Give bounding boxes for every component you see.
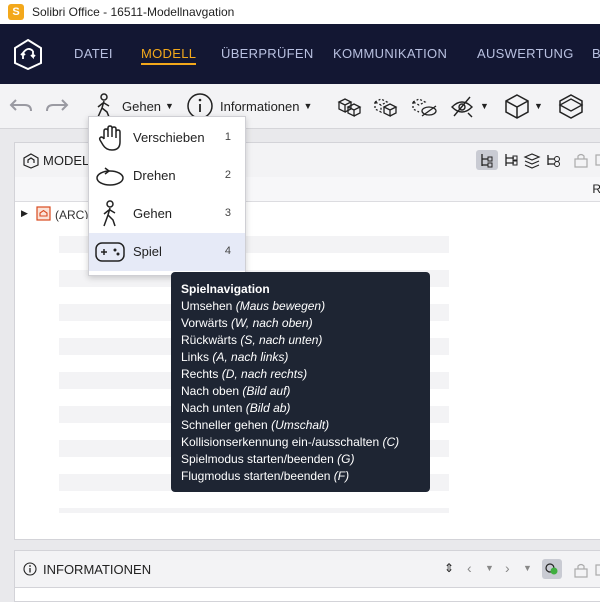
nav-datei[interactable]: DATEI (74, 46, 113, 61)
information-label: Informationen (220, 98, 300, 114)
view-cube-dropdown[interactable]: ▼ (504, 92, 543, 120)
tooltip-line: Spielmodus starten/beenden (G) (181, 452, 355, 466)
main-navigation: DATEI MODELL ÜBERPRÜFEN KOMMUNIKATION AU… (0, 24, 600, 84)
menu-shortcut: 2 (224, 169, 231, 181)
tooltip-line: Nach oben (Bild auf) (181, 384, 291, 398)
next-icon[interactable]: › (505, 560, 510, 576)
link-cubes-icon (545, 563, 558, 575)
chevron-down-icon: ▼ (534, 101, 543, 111)
expand-arrow-icon[interactable]: ▶ (21, 208, 28, 219)
tooltip-line: Vorwärts (W, nach oben) (181, 316, 313, 330)
nav-modell[interactable]: MODELL (141, 46, 197, 65)
tree-structure-icon[interactable] (502, 151, 520, 169)
menu-label: Drehen (133, 168, 176, 183)
section-box-icon (558, 94, 584, 119)
menu-label: Verschieben (133, 130, 205, 145)
lock-icon[interactable] (573, 152, 589, 168)
nav-auswertung[interactable]: AUSWERTUNG (477, 46, 574, 61)
menu-item-drehen[interactable]: Drehen 2 (89, 157, 245, 195)
tooltip-line: Nach unten (Bild ab) (181, 401, 291, 415)
cube-icon (505, 94, 529, 119)
window-title: Solibri Office - 16511-Modellnavgation (32, 5, 235, 19)
visibility-dropdown[interactable]: ▼ (448, 92, 489, 120)
section-box-button[interactable] (558, 92, 584, 120)
tooltip-line: Links (A, nach links) (181, 350, 289, 364)
undo-button[interactable] (8, 92, 34, 120)
undo-icon (9, 99, 32, 112)
previous-icon[interactable]: ‹ (467, 560, 472, 576)
sort-icon[interactable]: ⇕ (444, 561, 454, 575)
eye-slash-icon (451, 96, 473, 118)
hide-components-button[interactable] (410, 92, 438, 120)
nav-ueberpruefen[interactable]: ÜBERPRÜFEN (221, 46, 314, 61)
hand-icon (98, 125, 121, 151)
hide-cubes-icon (411, 98, 437, 117)
info-icon (23, 562, 37, 576)
tooltip-line: Rechts (D, nach rechts) (181, 367, 308, 381)
chevron-down-icon: ▼ (165, 101, 174, 111)
tooltip-line: Rückwärts (S, nach unten) (181, 333, 323, 347)
tooltip-line: Umsehen (Maus bewegen) (181, 299, 326, 313)
title-bar: S Solibri Office - 16511-Modellnavgation (0, 0, 600, 25)
information-panel-title: INFORMATIONEN (43, 562, 152, 577)
tooltip-line: Flugmodus starten/beenden (F) (181, 469, 350, 483)
lock-icon[interactable] (573, 562, 589, 578)
menu-label: Gehen (133, 206, 173, 221)
dashed-cubes-icon (373, 98, 398, 118)
information-panel: INFORMATIONEN ⇕ ‹ ▼ › ▼ (14, 550, 600, 602)
chevron-down-icon[interactable]: ▼ (523, 563, 532, 573)
tooltip-title: Spielnavigation (181, 282, 270, 296)
tooltip-line: Kollisionserkennung ein-/ausschalten (C) (181, 435, 400, 449)
information-panel-header: INFORMATIONEN ⇕ ‹ ▼ › ▼ (15, 551, 600, 588)
solibri-home-icon[interactable] (12, 38, 44, 70)
select-components-button[interactable] (336, 92, 362, 120)
game-navigation-tooltip: Spielnavigation Umsehen (Maus bewegen) V… (171, 272, 430, 492)
menu-item-verschieben[interactable]: Verschieben 1 (89, 119, 245, 157)
redo-button[interactable] (44, 92, 70, 120)
menu-label: Spiel (133, 244, 162, 259)
nav-kommunikation[interactable]: KOMMUNIKATION (333, 46, 447, 61)
column-r-label: R (592, 182, 600, 196)
walk-icon (103, 200, 116, 227)
hierarchy-view-button[interactable] (476, 150, 498, 170)
cubes-icon (337, 98, 362, 118)
chevron-down-icon[interactable]: ▼ (485, 563, 494, 573)
redo-icon (46, 99, 69, 112)
chevron-down-icon: ▼ (480, 101, 489, 111)
menu-shortcut: 1 (224, 131, 231, 143)
hierarchy-icon (481, 154, 493, 168)
chevron-down-icon: ▼ (303, 101, 313, 111)
model-icon (23, 153, 39, 169)
nav-more[interactable]: B (592, 46, 600, 61)
arc-model-icon (36, 206, 51, 221)
link-selection-button[interactable] (542, 559, 562, 579)
layers-icon[interactable] (523, 151, 541, 169)
select-dashed-button[interactable] (372, 92, 398, 120)
more-icon[interactable] (595, 152, 600, 168)
menu-shortcut: 3 (224, 207, 231, 219)
app-logo-icon: S (8, 4, 24, 20)
menu-item-gehen[interactable]: Gehen 3 (89, 195, 245, 233)
more-icon[interactable] (595, 562, 600, 578)
rotate-icon (96, 167, 124, 186)
gamepad-icon (95, 242, 125, 262)
menu-item-spiel[interactable]: Spiel 4 (89, 233, 245, 271)
walk-mode-menu: Verschieben 1 Drehen 2 Gehen 3 Spiel 4 (88, 116, 246, 276)
tooltip-line: Schneller gehen (Umschalt) (181, 418, 330, 432)
walk-mode-label: Gehen (122, 98, 162, 114)
menu-shortcut: 4 (224, 245, 231, 257)
classification-icon[interactable] (545, 151, 563, 169)
